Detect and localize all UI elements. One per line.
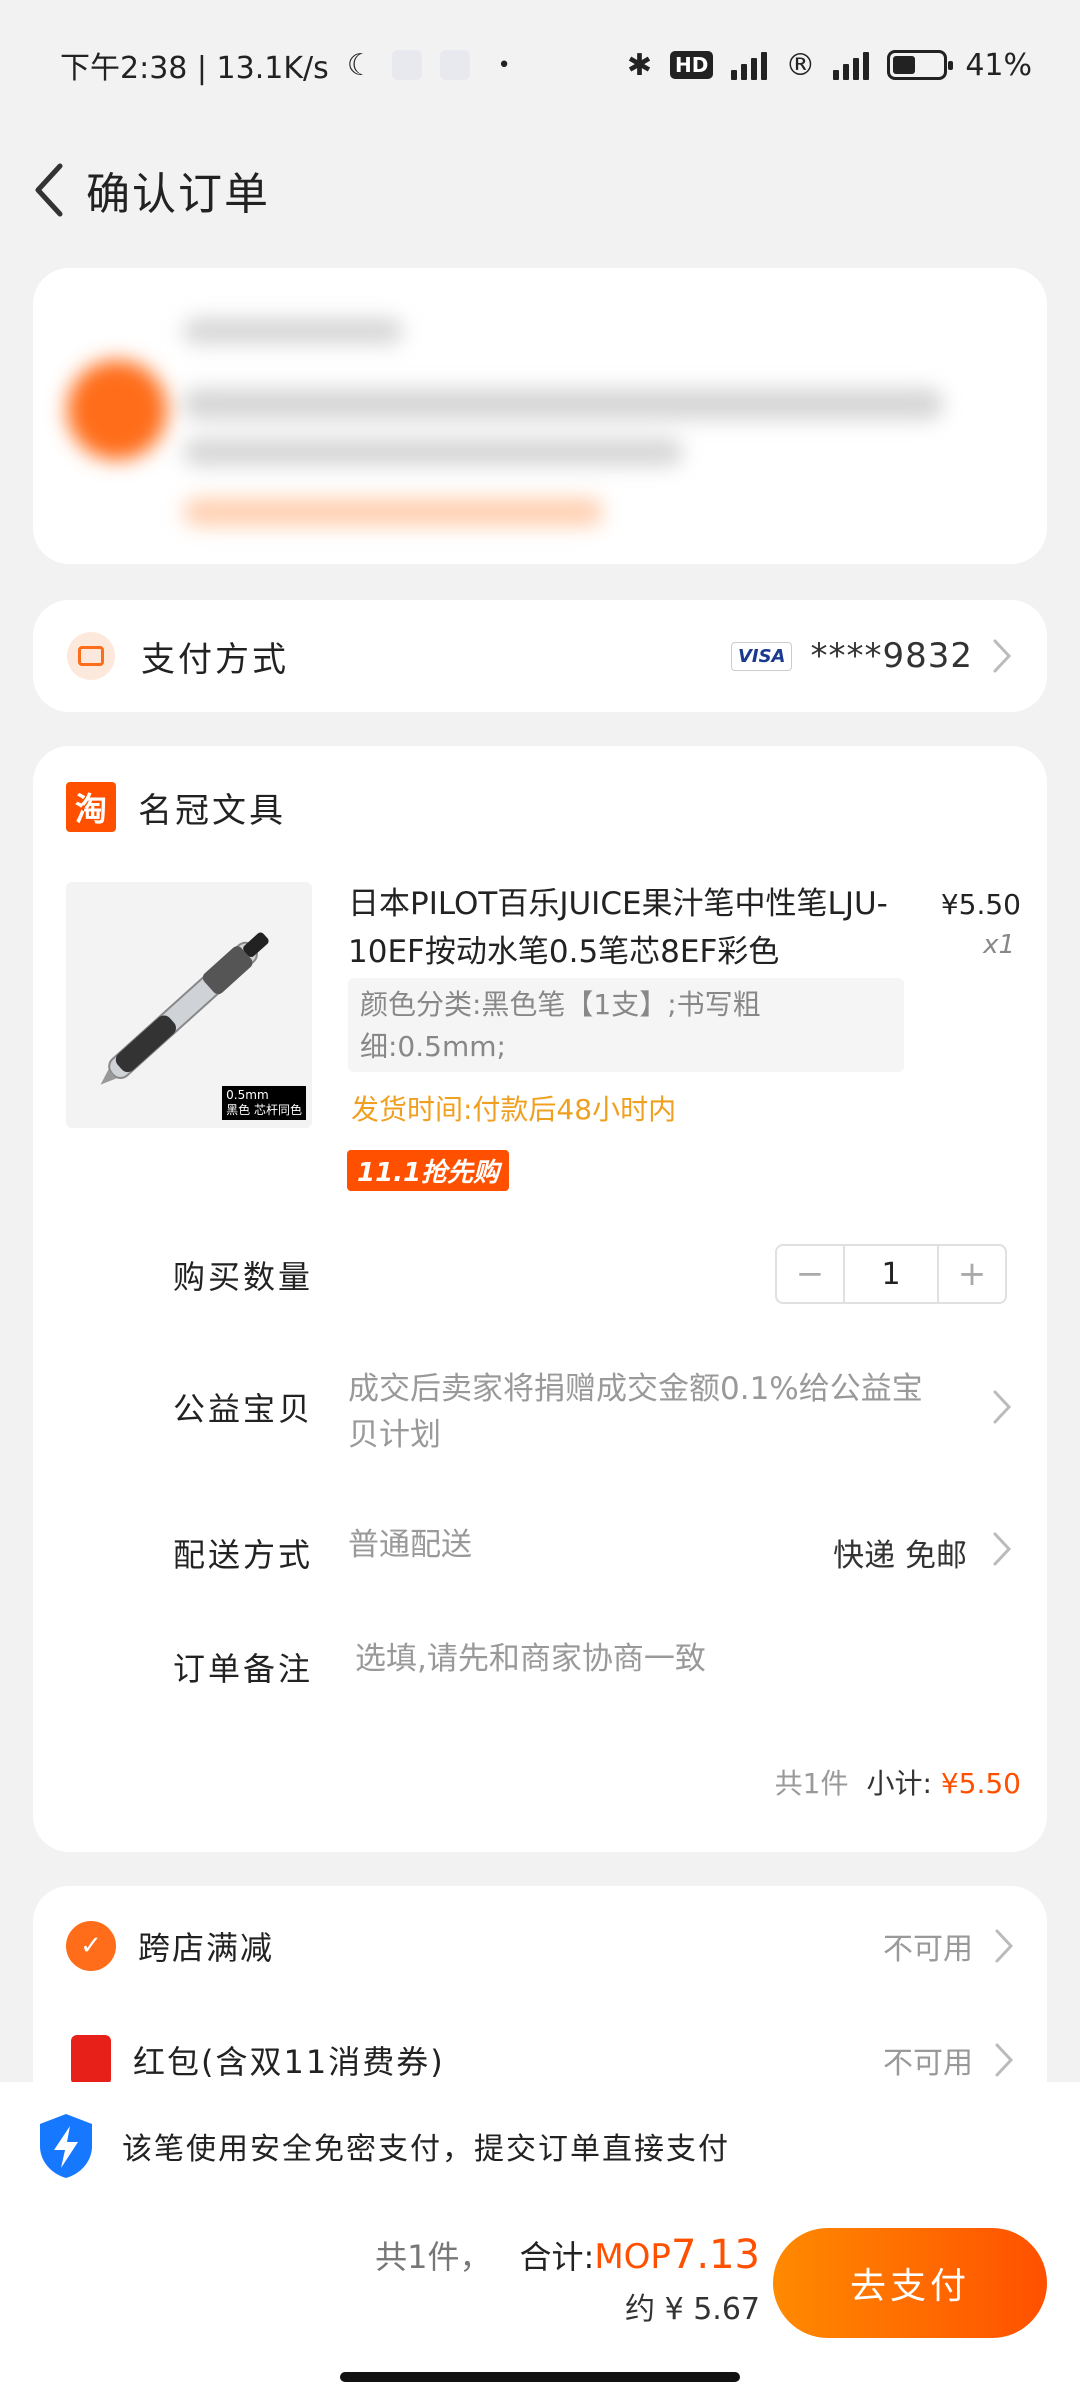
product-image[interactable]: 0.5mm 黑色 芯杆同色 [66, 882, 312, 1128]
shop-name: 名冠文具 [138, 790, 286, 831]
battery-icon [887, 50, 954, 80]
shield-lightning-icon [40, 2114, 92, 2178]
total-label: 合计: [519, 2238, 595, 2276]
subtotal-count: 共1件 [774, 1767, 849, 1800]
delivery-chevron-icon[interactable] [991, 1530, 1013, 1568]
visa-logo: VISA [730, 641, 793, 671]
subtotal: 共1件 小计: ¥5.50 [775, 1762, 1021, 1802]
total-count: 共1件， [375, 2238, 492, 2276]
back-button[interactable] [18, 150, 78, 230]
secure-payment-notice: 该笔使用安全免密支付，提交订单直接支付 [34, 2110, 730, 2182]
address-blurred-content [33, 268, 1047, 564]
total-amount: 7.13 [670, 2232, 760, 2278]
chevron-left-icon [35, 163, 63, 217]
page-header: 确认订单 [0, 130, 1080, 250]
red-packet-label: 红包(含双11消费券) [133, 2043, 445, 2081]
page-title: 确认订单 [86, 169, 270, 220]
secure-payment-text: 该笔使用安全免密支付，提交订单直接支付 [122, 2132, 730, 2167]
quantity-stepper: − 1 + [775, 1244, 1007, 1304]
payment-method-row[interactable]: 支付方式 VISA ****9832 [33, 600, 1047, 712]
taobao-logo-icon: 淘 [66, 782, 116, 832]
battery-level: 41% [965, 47, 1032, 83]
promo-badge: 11.1抢先购 [347, 1150, 510, 1191]
card-number: ****9832 [810, 636, 973, 676]
product-quantity: x1 [983, 930, 1015, 960]
app-notification-icon [391, 50, 422, 80]
chevron-right-icon [993, 639, 1012, 673]
shop-header[interactable]: 淘 名冠文具 [66, 782, 286, 832]
registered-icon: ® [785, 47, 816, 83]
address-card[interactable] [33, 268, 1047, 564]
payment-method-label: 支付方式 [141, 639, 289, 680]
delivery-value[interactable]: 普通配送 [348, 1522, 472, 1568]
increase-button[interactable]: + [939, 1246, 1005, 1302]
total-currency: MOP [594, 2237, 671, 2277]
hd-badge: HD [669, 51, 714, 79]
product-price: ¥5.50 [940, 888, 1021, 921]
wallet-icon [67, 632, 115, 680]
charity-text[interactable]: 成交后卖家将捐赠成交金额0.1%给公益宝贝计划 [348, 1366, 948, 1458]
delivery-option[interactable]: 快递 免邮 [833, 1530, 967, 1575]
charity-label: 公益宝贝 [173, 1390, 314, 1428]
charity-chevron-icon[interactable] [991, 1388, 1013, 1426]
chevron-right-icon [995, 2043, 1014, 2077]
red-packet-icon [71, 2035, 111, 2085]
signal-icon [731, 50, 768, 80]
checkout-bar: 该笔使用安全免密支付，提交订单直接支付 共1件， 合计:MOP7.13 约 ¥ 5… [0, 2082, 1080, 2400]
chevron-right-icon [995, 1929, 1014, 1963]
signal-2-icon [833, 50, 870, 80]
red-packet-status: 不可用 [883, 2046, 973, 2081]
discount-label: 跨店满减 [138, 1929, 275, 1967]
qq-icon [439, 50, 470, 80]
cross-store-discount-row[interactable]: ✓ 跨店满减 不可用 [66, 1916, 1015, 1976]
quantity-label: 购买数量 [173, 1258, 314, 1296]
quantity-input[interactable]: 1 [843, 1246, 939, 1302]
delivery-label: 配送方式 [173, 1536, 314, 1574]
ship-time: 发货时间:付款后48小时内 [351, 1093, 677, 1126]
more-dot-icon: • [497, 52, 511, 78]
product-spec[interactable]: 颜色分类:黑色笔【1支】;书写粗细:0.5mm; [348, 978, 904, 1072]
moon-icon: ☾ [346, 47, 374, 83]
approx-total: 约 ¥ 5.67 [625, 2292, 760, 2327]
order-note-label: 订单备注 [173, 1650, 314, 1688]
order-note-input[interactable]: 选填,请先和商家协商一致 [355, 1636, 706, 1682]
pay-button[interactable]: 去支付 [773, 2228, 1047, 2338]
status-time: 下午2:38 | 13.1K/s [60, 51, 329, 86]
subtotal-amount: ¥5.50 [940, 1767, 1021, 1800]
discount-tag-icon: ✓ [66, 1921, 116, 1971]
product-title[interactable]: 日本PILOT百乐JUICE果汁笔中性笔LJU-10EF按动水笔0.5笔芯8EF… [348, 880, 908, 976]
red-packet-row[interactable]: 红包(含双11消费券) 不可用 [66, 2030, 1015, 2090]
total-summary: 共1件， 合计:MOP7.13 约 ¥ 5.67 [375, 2232, 760, 2328]
discount-status: 不可用 [883, 1932, 973, 1967]
home-indicator[interactable] [340, 2372, 740, 2382]
status-bar: 下午2:38 | 13.1K/s ☾ • ✱ HD ® 41% [0, 0, 1080, 130]
decrease-button[interactable]: − [777, 1246, 843, 1302]
order-card: 淘 名冠文具 0.5mm 黑色 芯杆同色 日本PILOT百乐JUICE果汁笔中性… [33, 746, 1047, 1852]
bluetooth-icon: ✱ [626, 47, 652, 83]
image-spec-tag: 0.5mm 黑色 芯杆同色 [222, 1086, 306, 1120]
subtotal-label: 小计: [866, 1767, 932, 1800]
location-icon [67, 360, 167, 460]
